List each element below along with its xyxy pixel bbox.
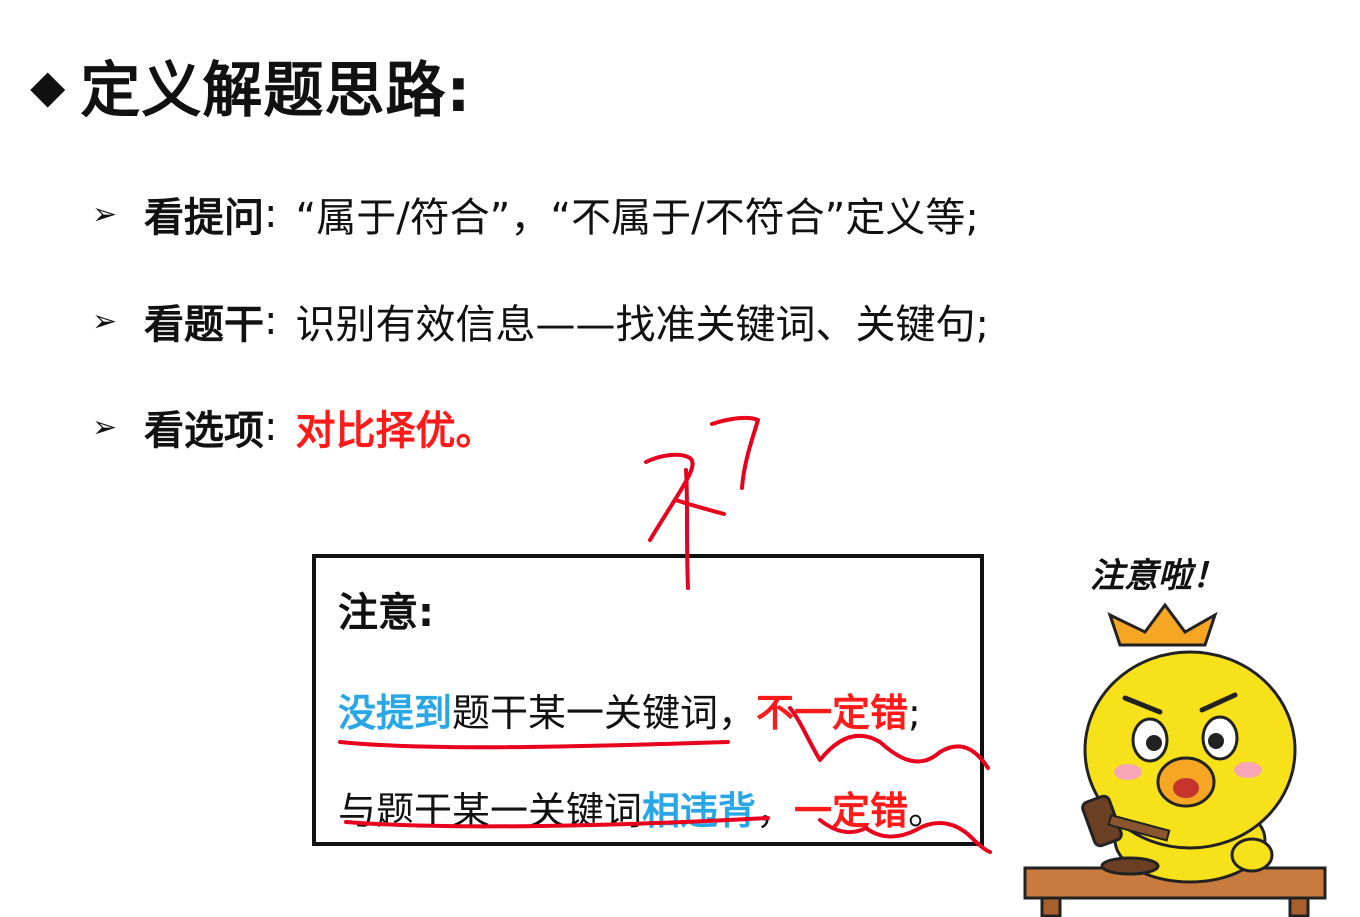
point-separator: :: [264, 191, 278, 237]
ink-mark-seven: [710, 415, 760, 490]
gavel-block: [1100, 856, 1160, 876]
mascot-crown: [1107, 602, 1218, 647]
diamond-bullet-icon: ◆: [30, 58, 67, 113]
mascot-wing-right: [1230, 837, 1274, 873]
note-box: 注意: 没提到题干某一关键词，不一定错; 与题干某一关键词相违背，一定错。: [312, 554, 984, 846]
mascot-cheek-left: [1114, 764, 1142, 780]
point-body: 对比择优。: [295, 408, 496, 454]
arrow-bullet-icon: ➢: [92, 303, 118, 339]
note-text: 与题干某一关键词: [338, 789, 643, 833]
point-body: “属于/符合”，“不属于/不符合”定义等;: [295, 195, 979, 241]
duck-mascot-illustration: [1023, 602, 1327, 917]
point-ask: ➢ 看提问 : “属于/符合”，“不属于/不符合”定义等;: [92, 185, 979, 243]
point-stem: ➢ 看题干 : 识别有效信息——找准关键词、关键句;: [92, 292, 989, 350]
point-options: ➢ 看选项 : 对比择优。: [92, 398, 495, 456]
mascot-caption: 注意啦！: [1090, 556, 1226, 596]
mascot-desk-leg-left: [1040, 896, 1062, 917]
note-highlight-red: 不一定错: [756, 691, 909, 735]
note-text-mid: ，: [756, 789, 795, 833]
section-title: ◆ 定义解题思路:: [30, 42, 471, 129]
note-text: 题干某一关键词，: [452, 691, 757, 735]
section-title-text: 定义解题思路:: [80, 56, 472, 126]
note-highlight-red: 一定错: [794, 789, 909, 833]
note-line-1: 没提到题干某一关键词，不一定错;: [338, 682, 921, 737]
note-line-2: 与题干某一关键词相违背，一定错。: [338, 780, 946, 835]
point-body: 识别有效信息——找准关键词、关键句;: [295, 302, 989, 348]
arrow-bullet-icon: ➢: [92, 196, 118, 232]
note-highlight-blue: 没提到: [338, 691, 453, 735]
point-label: 看提问: [144, 195, 264, 241]
point-separator: :: [264, 404, 278, 450]
mascot-desk-leg-right: [1288, 896, 1310, 917]
arrow-bullet-icon: ➢: [92, 409, 118, 445]
note-text-end: ;: [908, 691, 921, 735]
note-highlight-blue: 相违背: [642, 789, 757, 833]
point-label: 看选项: [144, 408, 264, 454]
point-label: 看题干: [144, 302, 264, 348]
mascot-cheek-right: [1234, 762, 1262, 778]
point-separator: :: [264, 298, 278, 344]
note-text-end: 。: [908, 789, 947, 833]
note-title: 注意:: [338, 590, 434, 636]
